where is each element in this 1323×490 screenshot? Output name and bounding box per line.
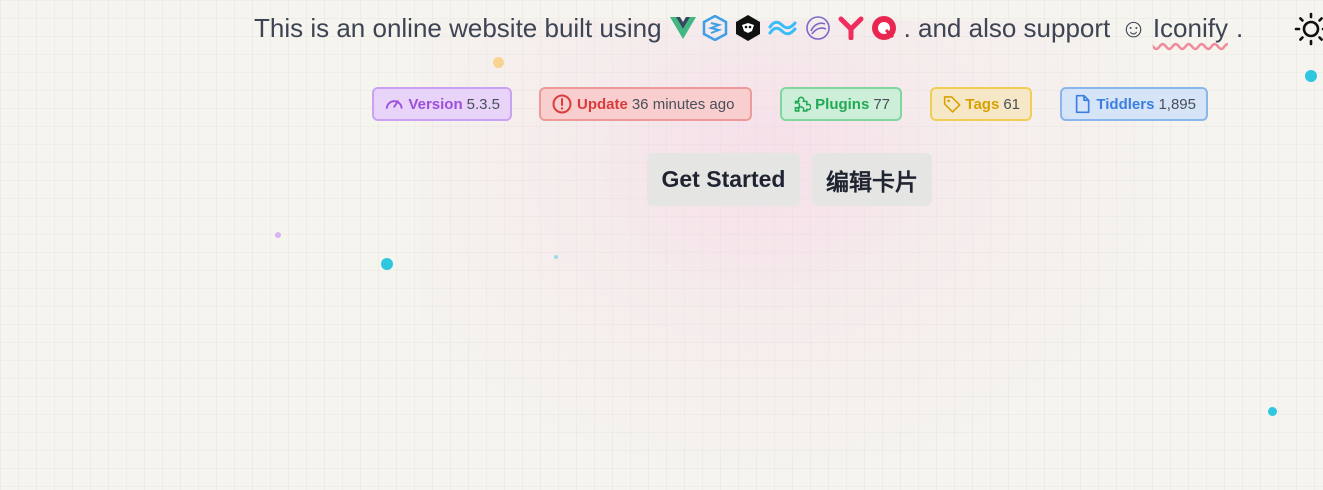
- version-value: 5.3.5: [466, 95, 500, 113]
- update-value: 36 minutes ago: [631, 95, 735, 113]
- iconify-link[interactable]: Iconify: [1153, 13, 1228, 44]
- plugins-value: 77: [873, 95, 890, 113]
- headline-suffix: .: [1235, 12, 1244, 43]
- theme-toggle-button[interactable]: [1294, 12, 1323, 46]
- version-badge[interactable]: Version 5.3.5: [372, 87, 512, 121]
- tiddlers-value: 1,895: [1158, 95, 1196, 113]
- tiddlywiki-icon[interactable]: [734, 14, 762, 42]
- tiddlers-label: Tiddlers: [1096, 95, 1155, 113]
- headline-prefix: This is an online website built using: [254, 12, 662, 43]
- particle-dot: [554, 255, 558, 259]
- gauge-icon: [385, 100, 403, 109]
- hero-headline: This is an online website built using . …: [254, 8, 1243, 48]
- yarn-icon[interactable]: [838, 16, 864, 40]
- puzzle-icon: [794, 96, 812, 112]
- tags-badge[interactable]: Tags 61: [930, 87, 1032, 121]
- update-badge[interactable]: Update 36 minutes ago: [539, 87, 752, 121]
- sun-icon: [1294, 12, 1323, 46]
- vite-icon[interactable]: [702, 15, 728, 41]
- alert-circle-icon: [552, 94, 572, 114]
- particle-dot: [1305, 70, 1317, 82]
- vue-icon[interactable]: [669, 16, 696, 40]
- plugins-badge[interactable]: Plugins 77: [780, 87, 902, 121]
- smile-icon: ☺: [1120, 12, 1147, 43]
- quasar-icon[interactable]: [870, 14, 898, 42]
- particle-dot: [493, 57, 504, 68]
- stats-badges: Version 5.3.5 Update 36 minutes ago Plug…: [0, 87, 1323, 123]
- tech-icons: [669, 14, 898, 42]
- get-started-button[interactable]: Get Started: [647, 153, 800, 206]
- particle-dot: [1268, 407, 1277, 416]
- tag-icon: [943, 96, 961, 113]
- headline-middle: . and also support: [903, 12, 1111, 43]
- tailwind-icon[interactable]: [768, 18, 798, 38]
- plugins-label: Plugins: [815, 95, 870, 113]
- tiddlers-badge[interactable]: Tiddlers 1,895: [1060, 87, 1208, 121]
- tags-label: Tags: [965, 95, 1000, 113]
- wasm-icon[interactable]: [804, 14, 832, 42]
- update-label: Update: [577, 95, 628, 113]
- version-label: Version: [408, 95, 463, 113]
- file-icon: [1075, 94, 1090, 114]
- particle-dot: [275, 232, 281, 238]
- tags-value: 61: [1003, 95, 1020, 113]
- particle-dot: [381, 258, 393, 270]
- edit-card-button[interactable]: 编辑卡片: [812, 153, 932, 206]
